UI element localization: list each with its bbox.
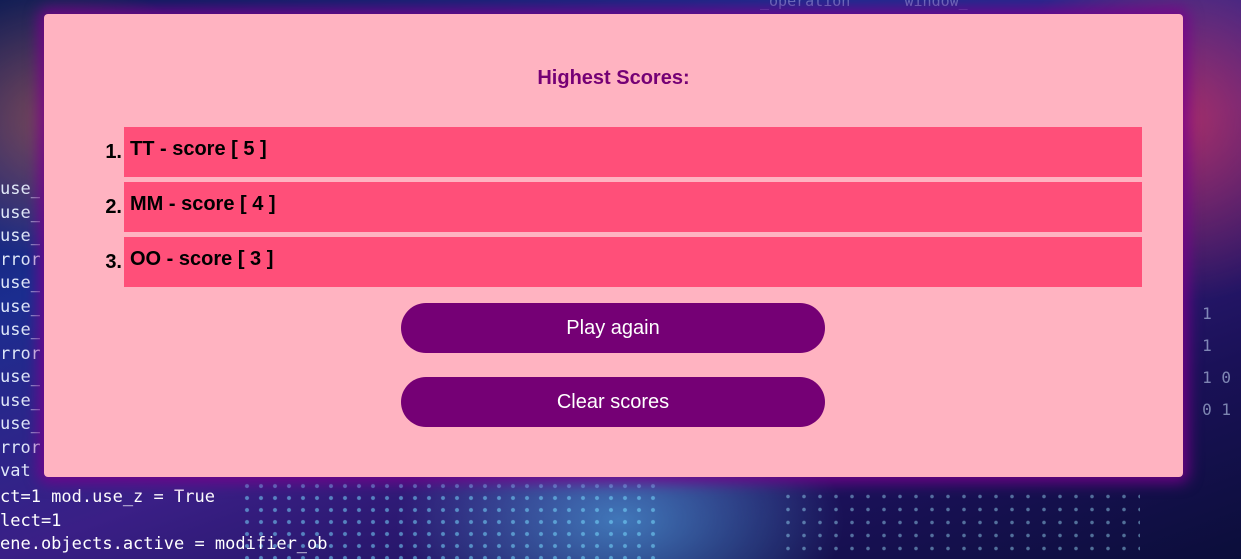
background-code-left: use_ use_ use_ rror use_ use_ use_ rror … xyxy=(0,179,40,481)
score-text: OO - score [ 3 ] xyxy=(130,248,274,270)
background-code-bottom: ct=1 mod.use_z = True lect=1 ene.objects… xyxy=(0,487,328,554)
clear-scores-button[interactable]: Clear scores xyxy=(401,377,825,427)
play-again-button[interactable]: Play again xyxy=(401,303,825,353)
score-text: TT - score [ 5 ] xyxy=(130,138,267,160)
score-rank: 1. xyxy=(105,141,122,163)
score-row: TT - score [ 5 ] xyxy=(124,127,1142,177)
score-text: MM - score [ 4 ] xyxy=(130,193,276,215)
background-dots-right xyxy=(780,490,1140,559)
highscores-heading: Highest Scores: xyxy=(537,67,690,89)
score-row: OO - score [ 3 ] xyxy=(124,237,1142,287)
score-row: MM - score [ 4 ] xyxy=(124,182,1142,232)
highscores-card: Highest Scores: 1. TT - score [ 5 ] 2. M… xyxy=(44,14,1183,477)
score-rank: 3. xyxy=(105,251,122,273)
score-rank: 2. xyxy=(105,196,122,218)
background-binary-digits: 1 1 1 0 0 1 xyxy=(1202,304,1231,419)
background-code-top: _operation window_ xyxy=(760,0,968,10)
